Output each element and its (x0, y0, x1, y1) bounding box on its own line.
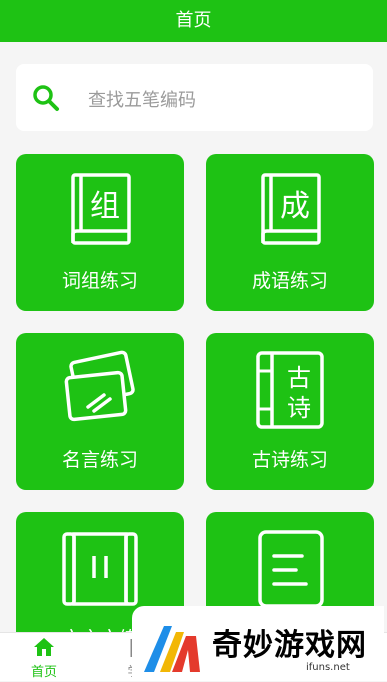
scroll-icon (62, 532, 138, 606)
book-icon: 成 (261, 173, 321, 245)
document-icon (258, 530, 324, 608)
watermark-logo: 奇妙游戏网 ifuns.net (132, 606, 384, 681)
search-placeholder: 查找五笔编码 (88, 90, 196, 111)
poem-glyph-2: 诗 (287, 394, 311, 422)
scroll-book-icon: 古 诗 (256, 351, 324, 429)
search-bar[interactable]: 查找五笔编码 (16, 64, 373, 131)
card-phrase-practice[interactable]: 组 词组练习 (16, 154, 184, 311)
book-icon: 组 (71, 173, 131, 245)
watermark-url: ifuns.net (306, 662, 350, 673)
logo-icon (144, 626, 200, 672)
home-icon (34, 638, 54, 656)
page-title: 首页 (175, 10, 212, 31)
card-poem-practice[interactable]: 古 诗 古诗练习 (206, 333, 374, 490)
card-label: 古诗练习 (251, 449, 328, 471)
book-glyph: 组 (90, 189, 120, 224)
cards-icon (64, 350, 135, 422)
app-header: 首页 (0, 0, 387, 42)
card-label: 成语练习 (251, 270, 328, 292)
tab-home[interactable]: 首页 (14, 633, 74, 682)
poem-glyph-1: 古 (287, 364, 311, 392)
card-idiom-practice[interactable]: 成 成语练习 (206, 154, 374, 311)
book-glyph: 成 (280, 189, 310, 224)
card-label: 词组练习 (61, 270, 138, 292)
watermark-text: 奇妙游戏网 (212, 628, 367, 663)
search-icon (33, 85, 59, 111)
card-quote-practice[interactable]: 名言练习 (16, 333, 184, 490)
card-label: 名言练习 (61, 449, 138, 471)
tab-label: 首页 (30, 665, 57, 680)
